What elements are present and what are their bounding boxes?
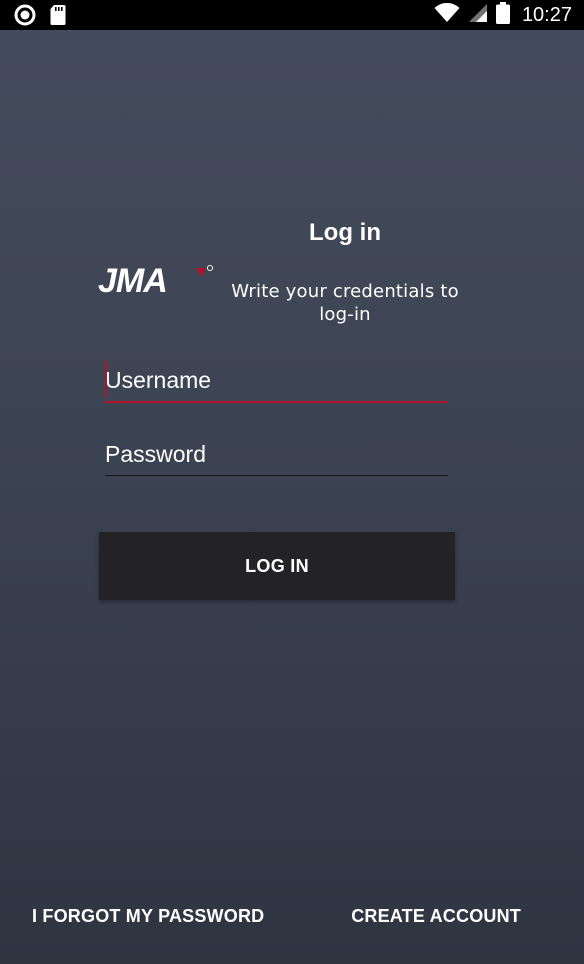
create-account-link[interactable]: CREATE ACCOUNT [351, 906, 521, 927]
password-input[interactable] [105, 433, 448, 476]
text-cursor [105, 361, 107, 397]
record-icon [14, 4, 36, 30]
forgot-password-link[interactable]: I FORGOT MY PASSWORD [32, 906, 264, 927]
username-input[interactable] [105, 359, 448, 403]
login-button[interactable]: LOG IN [99, 532, 455, 600]
page-title: Log in [309, 219, 381, 246]
svg-text:JMA: JMA [98, 263, 167, 297]
page-subtitle: Write your credentials to log-in [231, 281, 459, 325]
sd-card-icon [50, 4, 66, 30]
status-right-icons: 10:27 [434, 0, 572, 30]
signal-icon [468, 3, 488, 27]
jma-logo: JMA [98, 262, 214, 300]
wifi-icon [434, 2, 460, 27]
status-bar: 10:27 [0, 0, 584, 30]
status-left-icons [14, 4, 66, 30]
battery-icon [495, 2, 510, 28]
status-time: 10:27 [521, 3, 572, 26]
